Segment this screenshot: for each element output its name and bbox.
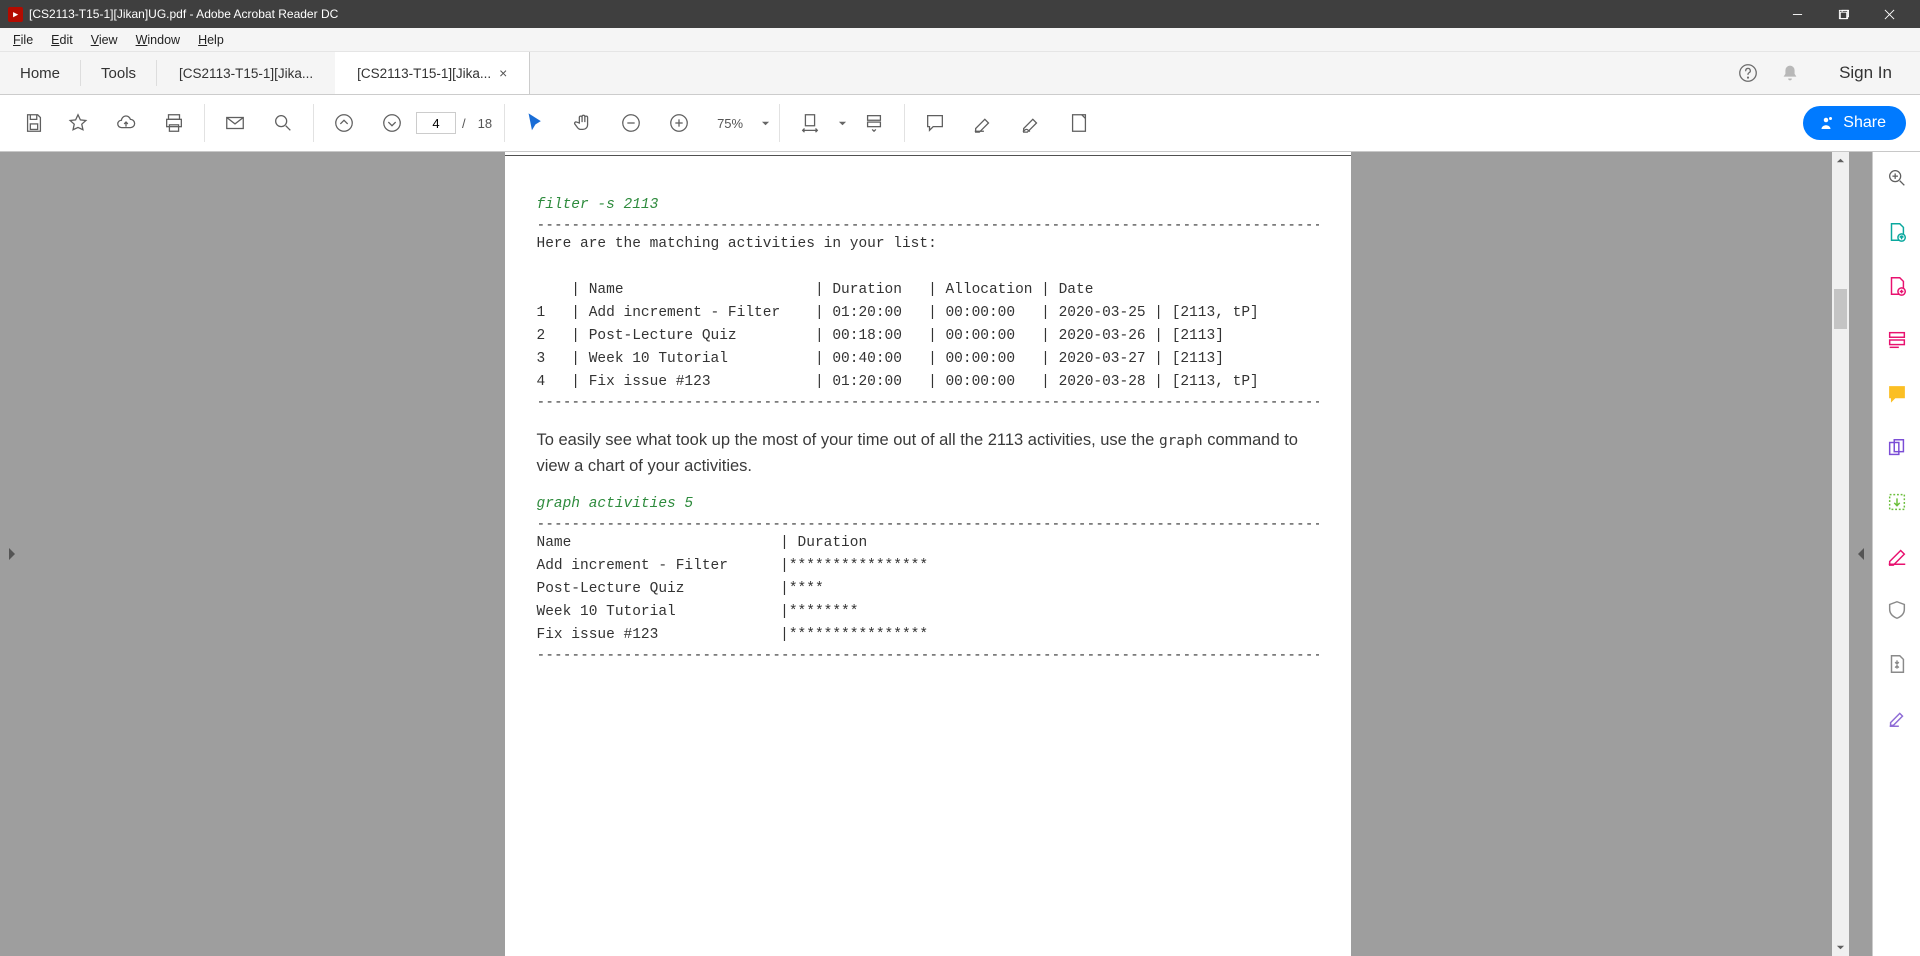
zoom-dropdown-icon[interactable] [757,119,773,128]
organize-pages-icon[interactable] [1885,490,1909,514]
table-row: 4 | Fix issue #123 | 01:20:00 | 00:00:00… [537,371,1319,394]
graph-row: Fix issue #123 |**************** [537,624,1319,647]
separator [904,104,905,142]
fill-sign-icon[interactable] [1885,706,1909,730]
scrollbar-thumb[interactable] [1834,289,1847,329]
tabrow: Home Tools [CS2113-T15-1][Jika... [CS211… [0,52,1920,95]
divider: ----------------------------------------… [537,217,1319,233]
help-icon[interactable] [1727,52,1769,94]
print-icon[interactable] [150,99,198,147]
highlight-icon[interactable] [959,99,1007,147]
fit-width-icon[interactable] [786,99,834,147]
scroll-up-icon[interactable] [1832,152,1849,169]
graph-row: Post-Lecture Quiz |**** [537,578,1319,601]
compress-icon[interactable] [1885,652,1909,676]
comment-icon[interactable] [911,99,959,147]
maximize-button[interactable] [1820,0,1866,28]
menu-edit[interactable]: Edit [42,28,82,52]
command-text: graph activities 5 [537,493,1319,516]
menu-file[interactable]: File [4,28,42,52]
bell-icon[interactable] [1769,52,1811,94]
graph-row: Add increment - Filter |**************** [537,555,1319,578]
share-button[interactable]: Share [1803,106,1906,140]
search-icon[interactable] [259,99,307,147]
toolbar: / 18 75% Share [0,95,1920,152]
separator [204,104,205,142]
menu-view[interactable]: View [82,28,127,52]
window-title: [CS2113-T15-1][Jikan]UG.pdf - Adobe Acro… [29,7,1774,21]
close-button[interactable] [1866,0,1912,28]
separator [779,104,780,142]
mail-icon[interactable] [211,99,259,147]
graph-header: Name | Duration [537,532,1319,555]
search-plus-icon[interactable] [1885,166,1909,190]
home-tab[interactable]: Home [0,52,80,94]
right-nav-slit[interactable] [1849,152,1872,956]
intro-text: Here are the matching activities in your… [537,233,1319,256]
document-page: filter -s 2113 -------------------------… [505,156,1351,956]
vertical-scrollbar[interactable] [1832,152,1849,956]
sign-in-button[interactable]: Sign In [1811,52,1920,94]
fit-dropdown-icon[interactable] [834,119,850,128]
zoom-level: 75% [703,116,757,131]
menubar: File Edit View Window Help [0,28,1920,52]
scroll-mode-icon[interactable] [850,99,898,147]
right-tools-rail [1872,152,1920,956]
stamp-icon[interactable] [1055,99,1103,147]
scroll-down-icon[interactable] [1832,939,1849,956]
redact-icon[interactable] [1885,544,1909,568]
scrollbar-track[interactable] [1832,169,1849,939]
share-label: Share [1843,114,1886,132]
page-slash: / [462,116,466,131]
document-viewport[interactable]: filter -s 2113 -------------------------… [23,152,1832,956]
cloud-icon[interactable] [102,99,150,147]
separator [313,104,314,142]
sign-icon[interactable] [1007,99,1055,147]
menu-window[interactable]: Window [127,28,189,52]
table-row: 2 | Post-Lecture Quiz | 00:18:00 | 00:00… [537,325,1319,348]
titlebar: ▸ [CS2113-T15-1][Jikan]UG.pdf - Adobe Ac… [0,0,1920,28]
pdf-icon: ▸ [8,7,23,22]
table-row: 1 | Add increment - Filter | 01:20:00 | … [537,302,1319,325]
select-tool-icon[interactable] [511,99,559,147]
separator [504,104,505,142]
zoom-out-icon[interactable] [607,99,655,147]
edit-pdf-icon[interactable] [1885,328,1909,352]
star-icon[interactable] [54,99,102,147]
table-row: 3 | Week 10 Tutorial | 00:40:00 | 00:00:… [537,348,1319,371]
comment-tool-icon[interactable] [1885,382,1909,406]
document-tab-2[interactable]: [CS2113-T15-1][Jika...× [335,52,530,94]
tab-close-icon[interactable]: × [499,65,507,81]
body-paragraph: To easily see what took up the most of y… [537,428,1319,479]
left-nav-slit[interactable] [0,152,23,956]
menu-help[interactable]: Help [189,28,233,52]
save-icon[interactable] [14,99,54,147]
page-total: 18 [478,116,492,131]
divider: ----------------------------------------… [537,516,1319,532]
chevron-left-icon [1858,548,1864,560]
create-pdf-icon[interactable] [1885,274,1909,298]
export-pdf-icon[interactable] [1885,220,1909,244]
page-number-input[interactable] [416,112,456,134]
main-area: filter -s 2113 -------------------------… [0,152,1920,956]
zoom-in-icon[interactable] [655,99,703,147]
command-text: filter -s 2113 [537,194,1319,217]
minimize-button[interactable] [1774,0,1820,28]
divider: ----------------------------------------… [537,394,1319,410]
divider: ----------------------------------------… [537,647,1319,663]
protect-icon[interactable] [1885,598,1909,622]
page-up-icon[interactable] [320,99,368,147]
table-header: | Name | Duration | Allocation | Date [537,279,1319,302]
graph-row: Week 10 Tutorial |******** [537,601,1319,624]
page-down-icon[interactable] [368,99,416,147]
tools-tab[interactable]: Tools [81,52,156,94]
chevron-right-icon [9,548,15,560]
blank-line [537,256,1319,279]
combine-files-icon[interactable] [1885,436,1909,460]
hand-tool-icon[interactable] [559,99,607,147]
document-tab-1[interactable]: [CS2113-T15-1][Jika... [157,52,335,94]
